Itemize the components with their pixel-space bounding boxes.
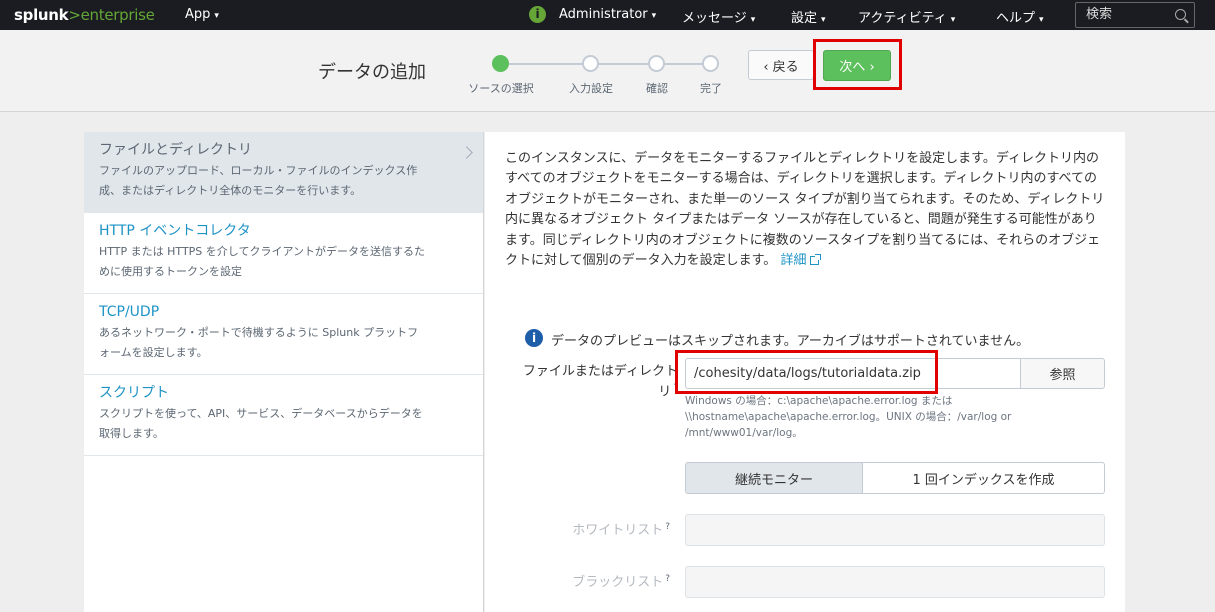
desc-line: あるネットワーク・ポートで待機するように Splunk プラットフ xyxy=(99,326,419,339)
desc-line: 取得します。 xyxy=(99,427,164,440)
blacklist-input[interactable] xyxy=(685,566,1105,598)
info-icon[interactable]: i xyxy=(529,6,546,23)
continuous-monitor-toggle[interactable]: 継続モニター xyxy=(685,462,863,494)
search-input[interactable] xyxy=(1084,6,1174,23)
step-label-source: ソースの選択 xyxy=(468,82,534,95)
blacklist-label: ブラックリスト? xyxy=(500,571,670,590)
top-navigation-bar: splunk>enterprise App ▾ i Administrator ▾ … xyxy=(0,0,1215,30)
desc-line: めに使用するトークンを設定 xyxy=(99,265,242,278)
messages-menu-label: メッセージ xyxy=(682,11,747,26)
desc-line: スクリプトを使って、API、サービス、データベースからデータを xyxy=(99,407,423,420)
hint-line: Windows の場合：c:\apache\apache.error.log ま… xyxy=(685,395,953,407)
step-dot-source xyxy=(492,55,509,72)
source-item-title: HTTP イベントコレクタ xyxy=(99,223,251,239)
wizard-header: データの追加 ソースの選択 入力設定 確認 完了 ‹ 戻る 次へ › xyxy=(0,30,1215,112)
learn-more-link[interactable]: 詳細 xyxy=(780,253,822,269)
chevron-down-icon: ▾ xyxy=(821,15,826,25)
help-menu[interactable]: ヘルプ ▾ xyxy=(996,7,1044,26)
source-item-title: TCP/UDP xyxy=(99,304,160,320)
source-item-desc: ファイルのアップロード、ローカル・ファイルのインデックス作 成、またはディレクトリ… xyxy=(99,161,468,201)
file-path-hint: Windows の場合：c:\apache\apache.error.log ま… xyxy=(685,393,1045,441)
chevron-down-icon: ▾ xyxy=(1039,15,1044,25)
settings-menu-label: 設定 xyxy=(791,11,818,26)
help-icon[interactable]: ? xyxy=(665,574,670,584)
info-icon: i xyxy=(525,329,543,347)
source-item-tcp-udp[interactable]: TCP/UDP あるネットワーク・ポートで待機するように Splunk プラット… xyxy=(84,294,483,375)
source-item-desc: あるネットワーク・ポートで待機するように Splunk プラットフ ォームを設定し… xyxy=(99,323,468,363)
global-search[interactable] xyxy=(1075,2,1195,28)
back-button[interactable]: ‹ 戻る xyxy=(748,50,814,80)
splunk-logo[interactable]: splunk>enterprise xyxy=(14,6,155,24)
logo-main-text: splunk xyxy=(14,6,69,24)
logo-separator: > xyxy=(68,6,81,24)
step-dot-input-settings xyxy=(582,55,599,72)
desc-line: 成、またはディレクトリ全体のモニターを行います。 xyxy=(99,184,362,197)
help-menu-label: ヘルプ xyxy=(996,11,1036,26)
app-menu[interactable]: App ▾ xyxy=(185,7,219,22)
source-item-desc: HTTP または HTTPS を介してクライアントがデータを送信するた めに使用す… xyxy=(99,242,468,282)
help-icon[interactable]: ? xyxy=(665,522,670,532)
label-line: リ xyxy=(658,384,672,400)
desc-line: HTTP または HTTPS を介してクライアントがデータを送信するた xyxy=(99,245,426,258)
label-line: ファイルまたはディレクト xyxy=(522,364,678,379)
messages-menu[interactable]: メッセージ ▾ xyxy=(682,7,755,26)
wizard-progress-line xyxy=(501,63,711,65)
source-item-files-directories[interactable]: ファイルとディレクトリ ファイルのアップロード、ローカル・ファイルのインデックス… xyxy=(84,132,483,213)
activity-menu-label: アクティビティ xyxy=(858,11,947,26)
browse-button[interactable]: 参照 xyxy=(1020,358,1105,389)
step-label-review: 確認 xyxy=(646,82,668,95)
description-text: このインスタンスに、データをモニターするファイルとディレクトリを設定します。ディ… xyxy=(505,151,1105,269)
activity-menu[interactable]: アクティビティ ▾ xyxy=(858,7,955,26)
blacklist-label-text: ブラックリスト xyxy=(572,575,664,590)
file-directory-label: ファイルまたはディレクトリ? xyxy=(500,363,678,400)
source-type-list: ファイルとディレクトリ ファイルのアップロード、ローカル・ファイルのインデックス… xyxy=(84,132,484,612)
user-menu[interactable]: Administrator ▾ xyxy=(559,7,656,22)
user-menu-label: Administrator xyxy=(559,7,648,22)
hint-line: \\hostname\apache\apache.error.log。UNIX … xyxy=(685,411,1012,423)
search-icon[interactable] xyxy=(1175,9,1186,20)
step-label-done: 完了 xyxy=(700,82,722,95)
chevron-down-icon: ▾ xyxy=(750,15,756,25)
settings-menu[interactable]: 設定 ▾ xyxy=(791,7,826,26)
next-button[interactable]: 次へ › xyxy=(823,50,891,81)
chevron-down-icon: ▾ xyxy=(950,15,956,25)
source-item-desc: スクリプトを使って、API、サービス、データベースからデータを 取得します。 xyxy=(99,404,468,444)
step-dot-review xyxy=(648,55,665,72)
step-dot-done xyxy=(702,55,719,72)
source-item-http-event-collector[interactable]: HTTP イベントコレクタ HTTP または HTTPS を介してクライアントが… xyxy=(84,213,483,294)
chevron-down-icon: ▾ xyxy=(651,11,657,21)
page-title: データの追加 xyxy=(318,62,426,83)
app-menu-label: App xyxy=(185,7,211,22)
learn-more-label: 詳細 xyxy=(780,253,807,269)
source-description: このインスタンスに、データをモニターするファイルとディレクトリを設定します。ディ… xyxy=(505,149,1109,271)
chevron-down-icon: ▾ xyxy=(214,11,219,21)
index-once-toggle[interactable]: 1 回インデックスを作成 xyxy=(862,462,1105,494)
external-link-icon xyxy=(810,254,822,266)
preview-skip-note: データのプレビューはスキップされます。アーカイブはサポートされていません。 xyxy=(551,334,1030,349)
logo-sub-text: enterprise xyxy=(80,6,155,24)
whitelist-label: ホワイトリスト? xyxy=(500,519,670,538)
step-label-input-settings: 入力設定 xyxy=(569,82,613,95)
desc-line: ォームを設定します。 xyxy=(99,346,208,359)
desc-line: ファイルのアップロード、ローカル・ファイルのインデックス作 xyxy=(99,164,418,177)
hint-line: /mnt/www01/var/log。 xyxy=(685,427,803,439)
whitelist-input[interactable] xyxy=(685,514,1105,546)
file-input-highlight xyxy=(675,350,938,394)
whitelist-label-text: ホワイトリスト xyxy=(572,523,664,538)
source-item-title: スクリプト xyxy=(99,385,169,401)
source-item-title: ファイルとディレクトリ xyxy=(99,142,253,158)
source-item-scripts[interactable]: スクリプト スクリプトを使って、API、サービス、データベースからデータを 取得し… xyxy=(84,375,483,456)
